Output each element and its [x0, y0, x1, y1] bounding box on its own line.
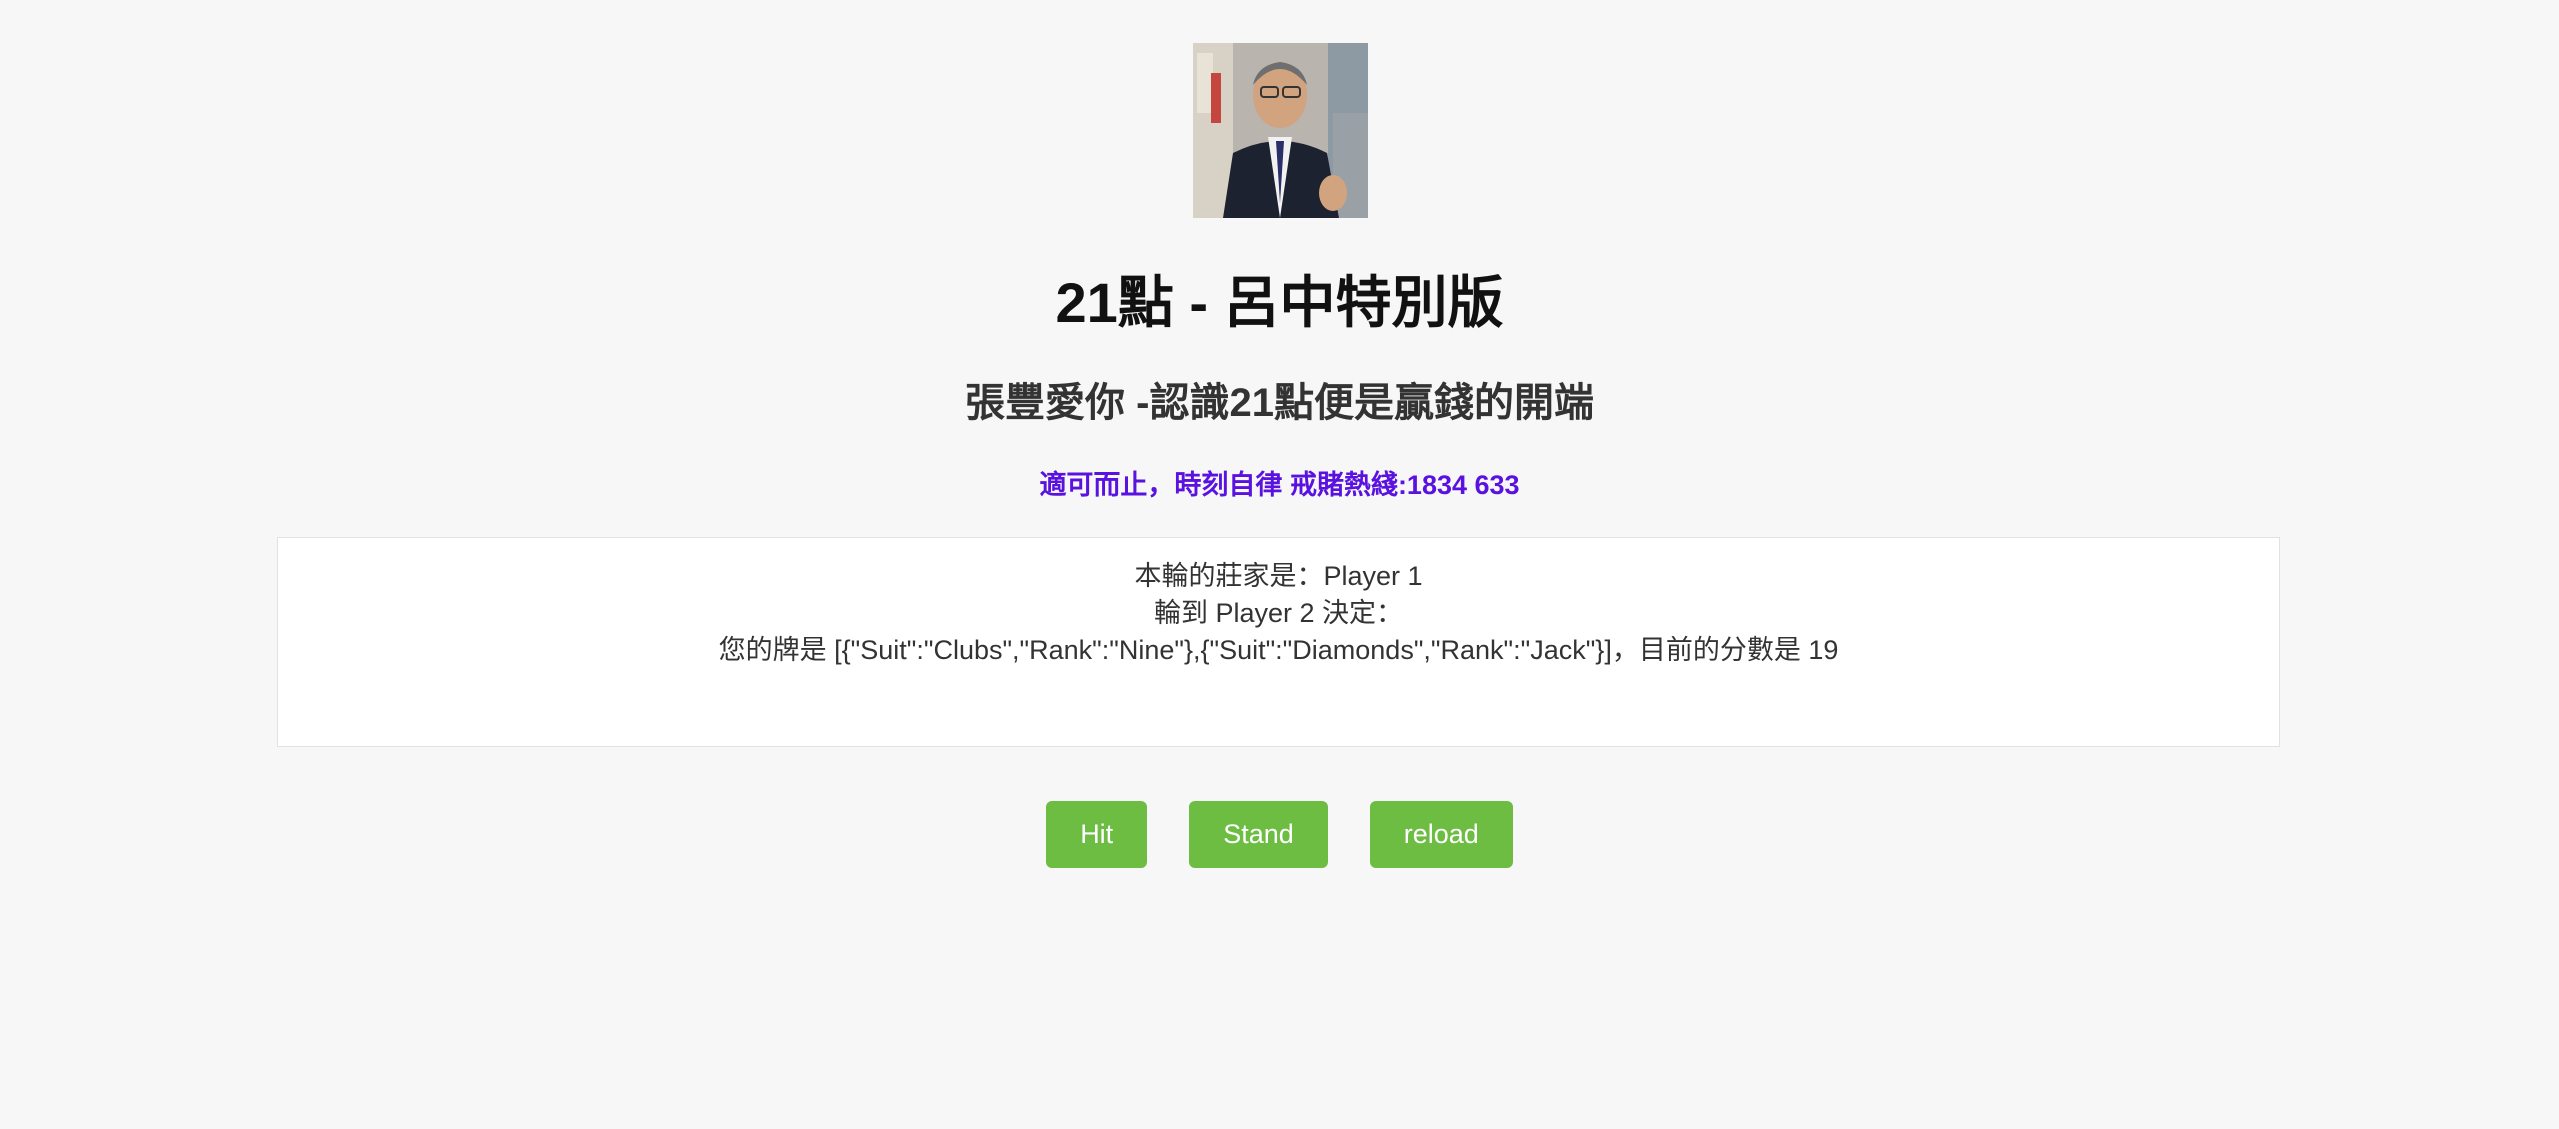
hit-button[interactable]: Hit	[1046, 801, 1148, 868]
host-photo	[1193, 43, 1368, 218]
gambling-warning: 適可而止，時刻自律 戒賭熱綫:1834 633	[1039, 470, 1520, 500]
action-buttons: Hit Stand reload	[0, 801, 2559, 868]
reload-button[interactable]: reload	[1369, 801, 1513, 868]
stand-button[interactable]: Stand	[1189, 801, 1328, 868]
page-title: 21點 - 呂中特別版	[1055, 271, 1504, 334]
game-status-panel: 本輪的莊家是：Player 1 輪到 Player 2 決定： 您的牌是 [{"…	[277, 537, 2280, 747]
hand-line: 您的牌是 [{"Suit":"Clubs","Rank":"Nine"},{"S…	[718, 635, 1839, 665]
dealer-line: 本輪的莊家是：Player 1	[1134, 561, 1423, 591]
turn-line: 輪到 Player 2 決定：	[1153, 598, 1404, 628]
page-subtitle: 張豐愛你 -認識21點便是贏錢的開端	[965, 381, 1594, 425]
game-page: 21點 - 呂中特別版 張豐愛你 -認識21點便是贏錢的開端 適可而止，時刻自律…	[0, 0, 2559, 1129]
